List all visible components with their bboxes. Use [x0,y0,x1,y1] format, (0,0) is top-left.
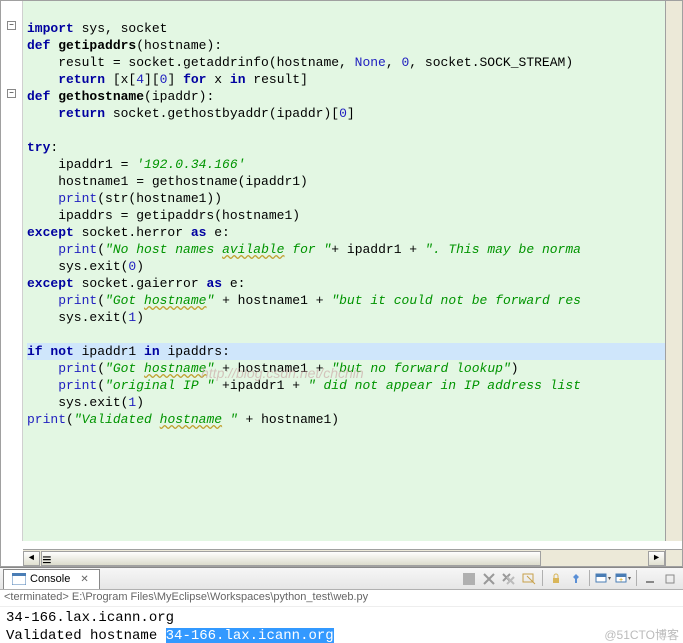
remove-launch-icon[interactable] [480,570,498,588]
scroll-corner [665,549,682,566]
code-editor[interactable]: − − import sys, socket def getipaddrs(ho… [0,0,683,567]
separator [589,570,590,586]
code-line: except socket.gaierror as e: [27,276,245,291]
scroll-thumb[interactable]: ≡ [41,551,541,566]
scroll-left-icon[interactable]: ◄ [23,551,40,566]
console-status: <terminated> E:\Program Files\MyEclipse\… [0,590,683,607]
code-line: result = socket.getaddrinfo(hostname, No… [27,55,573,70]
fold-toggle[interactable]: − [7,21,16,30]
tab-label: Console [30,573,70,585]
code-line: import sys, socket [27,21,167,36]
code-line: ipaddr1 = '192.0.34.166' [27,157,245,172]
code-line: print("Validated hostname " + hostname1) [27,412,339,427]
code-line: print("Got hostname" + hostname1 + "but … [27,361,519,376]
display-select-icon[interactable] [594,570,612,588]
code-line: except socket.herror as e: [27,225,230,240]
output-line: 34-166.lax.icann.org [6,609,677,627]
minimize-icon[interactable] [641,570,659,588]
scroll-right-icon[interactable]: ► [648,551,665,566]
code-line: sys.exit(1) [27,395,144,410]
code-line: return socket.gethostbyaddr(ipaddr)[0] [27,106,355,121]
maximize-icon[interactable] [661,570,679,588]
console-tabbar: Console ✕ + [0,568,683,590]
pin-icon[interactable] [567,570,585,588]
console-pane: Console ✕ + <terminated> E:\Program File… [0,567,683,643]
code-line: hostname1 = gethostname(ipaddr1) [27,174,308,189]
code-line: print("original IP " +ipaddr1 + " did no… [27,378,581,393]
close-icon[interactable]: ✕ [78,574,90,585]
gutter: − − [1,1,23,541]
code-area[interactable]: import sys, socket def getipaddrs(hostna… [23,1,682,541]
selected-text: 34-166.lax.icann.org [166,628,334,643]
remove-all-icon[interactable] [500,570,518,588]
terminate-icon[interactable] [460,570,478,588]
svg-text:+: + [619,577,623,584]
code-line: print("Got hostname" + hostname1 + "but … [27,293,581,308]
code-line: def getipaddrs(hostname): [27,38,222,53]
console-icon [12,573,26,585]
separator [636,570,637,586]
vertical-scrollbar[interactable] [665,1,682,541]
clear-icon[interactable] [520,570,538,588]
code-line: try: [27,140,58,155]
code-line: print(str(hostname1)) [27,191,222,206]
console-toolbar: + [460,570,683,588]
fold-toggle[interactable]: − [7,89,16,98]
code-line: if not ipaddr1 in ipaddrs: [27,343,678,360]
horizontal-scrollbar[interactable]: ◄ ≡ ► [23,549,665,566]
tab-console[interactable]: Console ✕ [3,569,100,589]
console-output[interactable]: 34-166.lax.icann.org Validated hostname … [0,607,683,643]
code-line: print("No host names avilable for "+ ipa… [27,242,581,257]
code-line: return [x[4][0] for x in result] [27,72,308,87]
code-line: def gethostname(ipaddr): [27,89,214,104]
separator [542,570,543,586]
code-line: sys.exit(0) [27,259,144,274]
code-line: sys.exit(1) [27,310,144,325]
output-line: Validated hostname 34-166.lax.icann.org [6,627,677,643]
code-line: ipaddrs = getipaddrs(hostname1) [27,208,300,223]
open-console-icon[interactable]: + [614,570,632,588]
scroll-lock-icon[interactable] [547,570,565,588]
